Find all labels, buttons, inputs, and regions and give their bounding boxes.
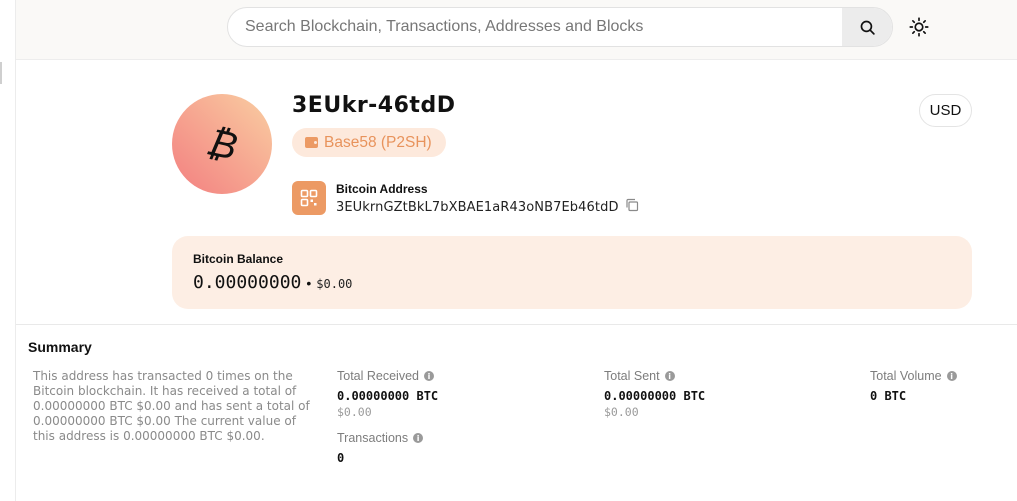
- stat-transactions: Transactions i 0: [337, 431, 424, 465]
- search-icon: [860, 20, 875, 35]
- search-button[interactable]: [842, 8, 892, 46]
- theme-toggle-button[interactable]: [907, 15, 931, 39]
- info-icon[interactable]: i: [946, 371, 957, 381]
- search-input[interactable]: [228, 8, 842, 46]
- wallet-icon: [305, 137, 318, 148]
- stat-usd: $0.00: [604, 405, 639, 419]
- address-type-badge: Base58 (P2SH): [292, 128, 446, 157]
- balance-separator: •: [306, 275, 312, 291]
- info-icon[interactable]: i: [664, 371, 675, 381]
- balance-card: Bitcoin Balance 0.00000000 • $0.00: [172, 236, 972, 309]
- stat-label: Total Volume: [870, 369, 942, 383]
- stat-total-received: Total Received i 0.00000000 BTC $0.00: [337, 369, 438, 419]
- stat-value: 0 BTC: [870, 389, 907, 403]
- stat-value: 0.00000000 BTC: [604, 389, 706, 403]
- bitcoin-address-label: Bitcoin Address: [336, 182, 428, 196]
- section-divider: [16, 324, 1017, 325]
- balance-usd: $0.00: [316, 277, 353, 291]
- balance-label: Bitcoin Balance: [193, 252, 284, 266]
- currency-selector-button[interactable]: USD: [919, 94, 972, 127]
- left-rail: [0, 0, 16, 501]
- stat-total-volume: Total Volume i 0 BTC: [870, 369, 957, 403]
- sun-icon: [909, 17, 929, 37]
- balance-btc: 0.00000000: [193, 272, 302, 293]
- bitcoin-avatar: ₿: [172, 94, 272, 194]
- stat-label: Transactions: [337, 431, 409, 445]
- summary-text: This address has transacted 0 times on t…: [33, 369, 310, 443]
- stat-value: 0: [337, 451, 345, 465]
- search-bar: [227, 7, 893, 47]
- info-icon[interactable]: i: [424, 371, 434, 381]
- stat-usd: $0.00: [337, 405, 372, 419]
- stat-value: 0.00000000 BTC: [337, 389, 439, 403]
- address-short-title: 3EUkr-46tdD: [292, 93, 456, 118]
- copy-icon: [626, 198, 639, 212]
- stat-label: Total Sent: [604, 369, 660, 383]
- address-type-label: Base58 (P2SH): [324, 133, 432, 151]
- bitcoin-icon: ₿: [202, 118, 242, 169]
- info-icon[interactable]: i: [413, 433, 424, 443]
- stat-total-sent: Total Sent i 0.00000000 BTC $0.00: [604, 369, 705, 419]
- stat-label: Total Received: [337, 369, 419, 383]
- bitcoin-address-value: 3EUkrnGZtBkL7bXBAE1aR43oNB7Eb46tdD: [336, 200, 619, 215]
- balance-value: 0.00000000 • $0.00: [193, 272, 352, 293]
- rail-marker: [0, 62, 2, 84]
- top-bar: [16, 0, 1017, 60]
- copy-address-button[interactable]: [625, 198, 639, 212]
- qr-code-icon[interactable]: [292, 181, 326, 215]
- summary-title: Summary: [28, 339, 92, 355]
